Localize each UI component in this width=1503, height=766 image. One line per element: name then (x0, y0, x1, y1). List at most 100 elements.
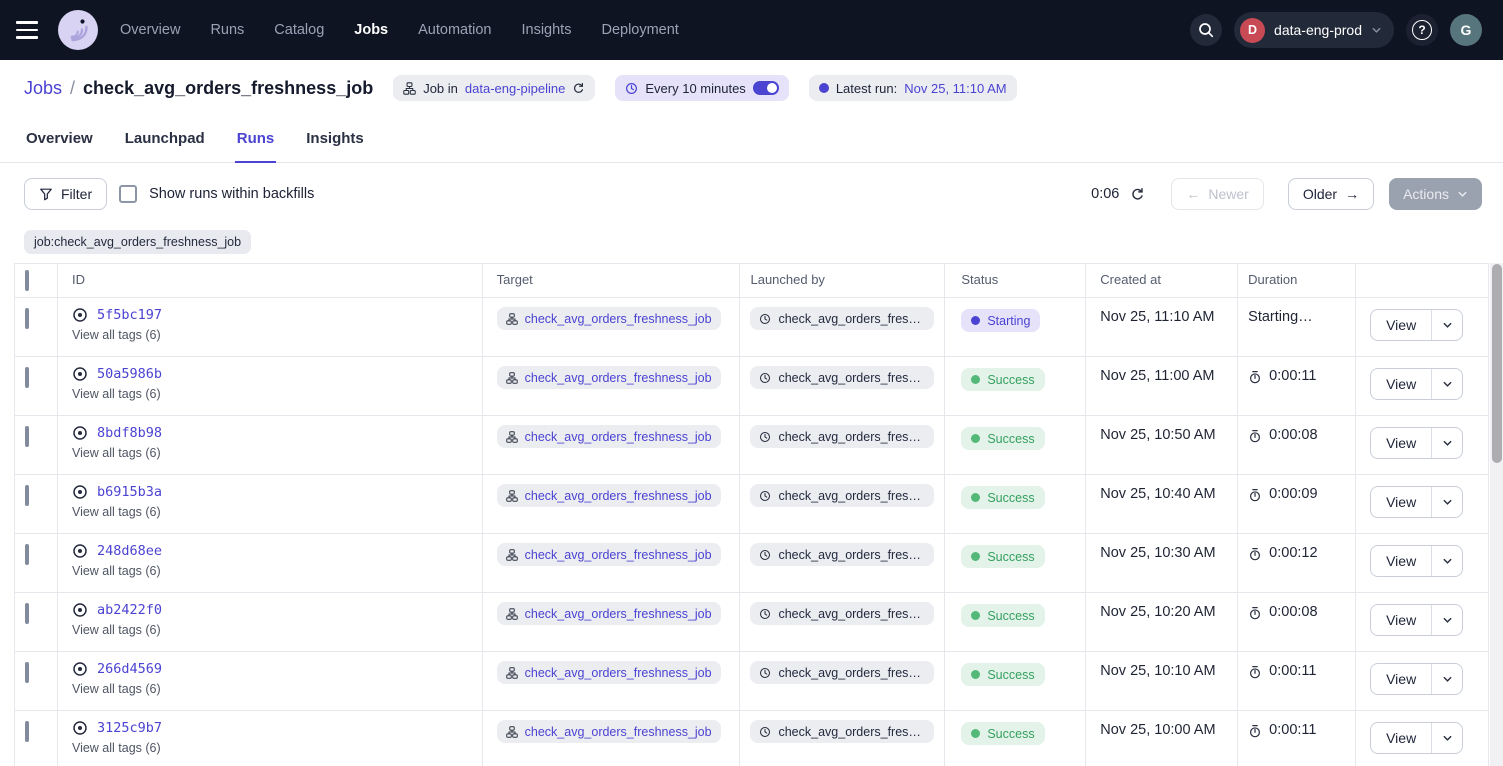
view-button[interactable]: View (1371, 487, 1432, 517)
view-button[interactable]: View (1371, 723, 1432, 753)
breadcrumb: Jobs / check_avg_orders_freshness_job Jo… (24, 74, 1479, 102)
schedule-toggle[interactable] (753, 81, 779, 95)
reload-icon[interactable] (572, 82, 585, 95)
nav-insights[interactable]: Insights (521, 22, 571, 38)
view-button[interactable]: View (1371, 310, 1432, 340)
refresh-icon[interactable] (1130, 187, 1145, 202)
nav-overview[interactable]: Overview (120, 22, 180, 38)
newer-button[interactable]: ← Newer (1171, 178, 1263, 210)
view-all-tags-link[interactable]: View all tags (6) (72, 682, 468, 696)
view-all-tags-link[interactable]: View all tags (6) (72, 623, 468, 637)
vertical-scrollbar[interactable] (1490, 263, 1503, 766)
view-button[interactable]: View (1371, 664, 1432, 694)
tab-runs[interactable]: Runs (235, 127, 277, 163)
view-dropdown-caret[interactable] (1432, 664, 1462, 694)
workspace-switcher[interactable]: D data-eng-prod (1234, 12, 1394, 48)
view-dropdown-caret[interactable] (1432, 310, 1462, 340)
select-all-checkbox[interactable] (25, 270, 29, 291)
job-in-label: Job in (423, 81, 458, 96)
view-all-tags-link[interactable]: View all tags (6) (72, 505, 468, 519)
target-pill[interactable]: check_avg_orders_freshness_job (497, 543, 721, 566)
launched-by-pill[interactable]: check_avg_orders_freshn… (750, 543, 934, 566)
tab-launchpad[interactable]: Launchpad (123, 127, 207, 162)
view-dropdown-caret[interactable] (1432, 428, 1462, 458)
target-pill[interactable]: check_avg_orders_freshness_job (497, 425, 721, 448)
nav-catalog[interactable]: Catalog (274, 22, 324, 38)
view-button[interactable]: View (1371, 428, 1432, 458)
launched-by-pill[interactable]: check_avg_orders_freshn… (750, 484, 934, 507)
job-filter-tag[interactable]: job:check_avg_orders_freshness_job (24, 230, 251, 254)
tab-overview[interactable]: Overview (24, 127, 95, 162)
nav-automation[interactable]: Automation (418, 22, 491, 38)
view-dropdown-caret[interactable] (1432, 487, 1462, 517)
run-id-link[interactable]: ab2422f0 (97, 602, 162, 618)
created-at: Nov 25, 10:30 AM (1100, 545, 1215, 561)
view-dropdown-caret[interactable] (1432, 369, 1462, 399)
launched-by-pill[interactable]: check_avg_orders_freshn… (750, 366, 934, 389)
search-button[interactable] (1190, 14, 1222, 46)
launched-by-pill[interactable]: check_avg_orders_freshn… (750, 661, 934, 684)
job-graph-icon (506, 490, 518, 502)
view-all-tags-link[interactable]: View all tags (6) (72, 328, 468, 342)
target-pill[interactable]: check_avg_orders_freshness_job (497, 484, 721, 507)
row-checkbox[interactable] (25, 426, 29, 447)
view-button[interactable]: View (1371, 369, 1432, 399)
user-avatar[interactable]: G (1450, 14, 1482, 46)
view-dropdown-caret[interactable] (1432, 723, 1462, 753)
row-checkbox[interactable] (25, 367, 29, 388)
breadcrumb-jobs-link[interactable]: Jobs (24, 78, 62, 99)
launched-by-pill[interactable]: check_avg_orders_freshn… (750, 425, 934, 448)
run-id-link[interactable]: 3125c9b7 (97, 720, 162, 736)
pipeline-link[interactable]: data-eng-pipeline (465, 81, 565, 96)
target-pill[interactable]: check_avg_orders_freshness_job (497, 720, 721, 743)
launched-by-pill[interactable]: check_avg_orders_freshn… (750, 602, 934, 625)
table-header-row: ID Target Launched by Status Created at … (15, 264, 1489, 298)
view-all-tags-link[interactable]: View all tags (6) (72, 741, 468, 755)
target-pill[interactable]: check_avg_orders_freshness_job (497, 307, 721, 330)
scrollbar-thumb[interactable] (1492, 264, 1502, 463)
row-checkbox[interactable] (25, 485, 29, 506)
help-button[interactable]: ? (1406, 14, 1438, 46)
chevron-down-icon (1457, 189, 1468, 200)
hamburger-menu-icon[interactable] (16, 15, 46, 45)
view-button[interactable]: View (1371, 546, 1432, 576)
table-row: 8bdf8b98 View all tags (6) check_avg_ord… (15, 416, 1489, 475)
view-dropdown-caret[interactable] (1432, 605, 1462, 635)
created-at: Nov 25, 10:20 AM (1100, 604, 1215, 620)
run-id-link[interactable]: 248d68ee (97, 543, 162, 559)
view-dropdown-caret[interactable] (1432, 546, 1462, 576)
view-button[interactable]: View (1371, 605, 1432, 635)
run-id-link[interactable]: 50a5986b (97, 366, 162, 382)
target-pill[interactable]: check_avg_orders_freshness_job (497, 366, 721, 389)
table-row: 50a5986b View all tags (6) check_avg_ord… (15, 357, 1489, 416)
schedule-badge: Every 10 minutes (615, 75, 788, 101)
filter-button[interactable]: Filter (24, 178, 107, 210)
row-checkbox[interactable] (25, 721, 29, 742)
run-id-link[interactable]: 5f5bc197 (97, 307, 162, 323)
view-all-tags-link[interactable]: View all tags (6) (72, 564, 468, 578)
run-id-link[interactable]: 8bdf8b98 (97, 425, 162, 441)
view-all-tags-link[interactable]: View all tags (6) (72, 446, 468, 460)
older-button[interactable]: Older → (1288, 178, 1374, 210)
created-at: Nov 25, 11:10 AM (1100, 309, 1214, 325)
row-checkbox[interactable] (25, 603, 29, 624)
target-pill[interactable]: check_avg_orders_freshness_job (497, 602, 721, 625)
run-id-link[interactable]: 266d4569 (97, 661, 162, 677)
job-location-badge: Job in data-eng-pipeline (393, 75, 595, 101)
tab-insights[interactable]: Insights (304, 127, 366, 162)
nav-jobs[interactable]: Jobs (354, 22, 388, 38)
row-checkbox[interactable] (25, 544, 29, 565)
run-id-link[interactable]: b6915b3a (97, 484, 162, 500)
target-pill[interactable]: check_avg_orders_freshness_job (497, 661, 721, 684)
row-checkbox[interactable] (25, 662, 29, 683)
latest-run-link[interactable]: Nov 25, 11:10 AM (904, 81, 1006, 96)
nav-runs[interactable]: Runs (210, 22, 244, 38)
view-all-tags-link[interactable]: View all tags (6) (72, 387, 468, 401)
actions-button[interactable]: Actions (1389, 178, 1482, 210)
row-checkbox[interactable] (25, 308, 29, 329)
nav-deployment[interactable]: Deployment (601, 22, 678, 38)
backfills-checkbox[interactable] (119, 185, 137, 203)
launched-by-pill[interactable]: check_avg_orders_freshn… (750, 307, 934, 330)
launched-by-pill[interactable]: check_avg_orders_freshn… (750, 720, 934, 743)
search-icon (1197, 21, 1215, 39)
